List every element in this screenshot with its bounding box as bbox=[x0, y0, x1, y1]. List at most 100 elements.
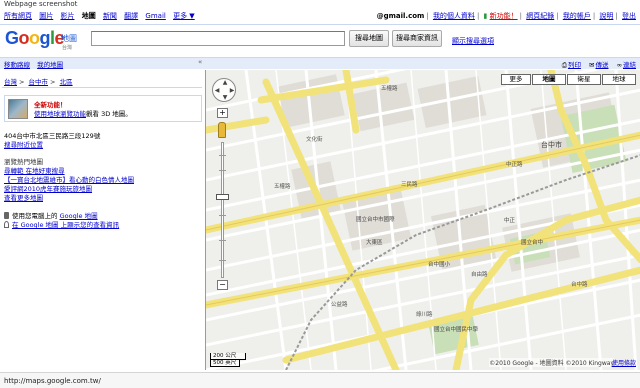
map-road-label: 綠川路 bbox=[416, 312, 433, 318]
sidebar-panel: 台灣 > 台中市 > 北區 全新功能！ 使用地球瀏覽功能觀看 3D 地圖。 404台… bbox=[0, 70, 205, 370]
map-road-label: 文化街 bbox=[306, 137, 323, 143]
more-maps-link[interactable]: 查看更多地圖 bbox=[4, 192, 43, 202]
earth-view-link[interactable]: 使用地球瀏覽功能 bbox=[34, 110, 86, 118]
map-place-label: 國立台中 bbox=[521, 240, 544, 246]
google-maps-logo[interactable]: Google 地圖 台灣 bbox=[5, 28, 85, 52]
pan-control: ▲ ◀ ▶ ▼ bbox=[212, 78, 236, 102]
sign-out-link[interactable]: 登出 bbox=[622, 12, 636, 20]
profile-link[interactable]: 我的個人資料 bbox=[433, 12, 475, 20]
terms-of-use-link[interactable]: 使用條款 bbox=[612, 358, 636, 367]
search-business-button[interactable]: 搜尋商家資訊 bbox=[392, 30, 442, 47]
send-link[interactable]: 傳送 bbox=[596, 61, 609, 69]
map-road-label: 台中路 bbox=[571, 282, 588, 288]
pin-icon bbox=[4, 221, 9, 228]
new-feature-text: 使用地球瀏覽功能觀看 3D 地圖。 bbox=[34, 108, 132, 118]
gbar-services: 所有網頁 圖片 影片 地圖 新聞 翻譯 Gmail 更多 ▼ bbox=[4, 11, 200, 22]
gbar-link-maps: 地圖 bbox=[81, 12, 96, 20]
map-place-label: 大東區 bbox=[366, 240, 383, 246]
map-roads bbox=[206, 70, 640, 370]
pan-right-icon[interactable]: ▶ bbox=[228, 87, 236, 95]
map-place-label: 台中市 bbox=[541, 141, 562, 149]
map-type-control: 更多 地圖 衛星 地球 bbox=[500, 74, 636, 85]
search-header: Google 地圖 台灣 搜尋地圖 搜尋商家資訊 顯示搜尋選項 bbox=[0, 26, 640, 56]
gbar-account: @gmail.com | 我的個人資料 | ▮ 新功能！ | 網頁紀錄 | 我的帳戶 | … bbox=[376, 12, 636, 20]
map-road-label: 三民路 bbox=[401, 182, 418, 188]
zoom-tick bbox=[219, 260, 226, 261]
gbar-link-translate[interactable]: 翻譯 bbox=[124, 12, 138, 20]
map-place-label: 國立台中市國際 bbox=[356, 217, 395, 223]
new-features-link[interactable]: 新功能！ bbox=[490, 12, 518, 20]
map-copyright: ©2010 Google - 地圖資料 ©2010 Kingway bbox=[489, 358, 614, 367]
map-toolbar: 移動路線 我的地圖 « ⎙列印 ✉傳送 ∞連結 bbox=[0, 57, 640, 69]
new-feature-box: 全新功能！ 使用地球瀏覽功能觀看 3D 地圖。 bbox=[4, 95, 202, 122]
breadcrumb-north-district[interactable]: 北區 bbox=[60, 78, 73, 86]
google-bar: 所有網頁 圖片 影片 地圖 新聞 翻譯 Gmail 更多 ▼ @gmail.co… bbox=[4, 11, 636, 22]
map-type-earth-button[interactable]: 地球 bbox=[602, 74, 636, 85]
scale-imperial: 500 英尺 bbox=[210, 360, 240, 367]
gbar-link-more[interactable]: 更多 ▼ bbox=[173, 12, 195, 20]
web-history-link[interactable]: 網頁紀錄 bbox=[526, 12, 554, 20]
pan-down-icon[interactable]: ▼ bbox=[221, 94, 229, 102]
directions-link[interactable]: 移動路線 bbox=[4, 61, 30, 69]
status-url: http://maps.google.com.tw/ bbox=[4, 377, 101, 385]
gbar-link-web[interactable]: 所有網頁 bbox=[4, 12, 32, 20]
gbar-divider bbox=[0, 24, 640, 25]
window-caption: Webpage screenshot bbox=[4, 0, 78, 8]
map-canvas[interactable]: 文化街 五權路 五權路 公益路 自由路 三民路 中正路 台中市 中正 國立台中市… bbox=[205, 70, 640, 370]
map-type-satellite-button[interactable]: 衛星 bbox=[567, 74, 601, 85]
map-road-label: 五權路 bbox=[274, 184, 291, 190]
map-scale: 200 公尺 500 英尺 bbox=[210, 353, 246, 367]
breadcrumb: 台灣 > 台中市 > 北區 bbox=[4, 78, 73, 86]
scale-metric: 200 公尺 bbox=[210, 353, 246, 360]
sidebar-divider bbox=[2, 87, 202, 88]
search-input[interactable] bbox=[91, 31, 345, 46]
print-link[interactable]: 列印 bbox=[568, 61, 581, 69]
map-road-label: 自由路 bbox=[471, 272, 488, 278]
map-road-label: 公益路 bbox=[331, 302, 348, 308]
link-icon: ∞ bbox=[616, 61, 622, 69]
pegman-icon[interactable] bbox=[218, 122, 226, 138]
gbar-link-video[interactable]: 影片 bbox=[60, 12, 74, 20]
pan-left-icon[interactable]: ◀ bbox=[213, 87, 221, 95]
show-info-link[interactable]: 在 Google 地圖 上顯示您的查看資訊 bbox=[12, 221, 119, 229]
map-type-more-button[interactable]: 更多 bbox=[501, 74, 531, 85]
zoom-in-button[interactable]: + bbox=[217, 108, 228, 118]
gbar-link-images[interactable]: 圖片 bbox=[39, 12, 53, 20]
earth-thumbnail-image[interactable] bbox=[8, 99, 28, 119]
map-place-label: 國立台中國民中學 bbox=[434, 327, 479, 333]
pan-up-icon[interactable]: ▲ bbox=[221, 79, 229, 87]
show-info-row: 在 Google 地圖 上顯示您的查看資訊 bbox=[4, 219, 119, 229]
zoom-tick bbox=[219, 240, 226, 241]
map-road-label: 五權路 bbox=[381, 86, 398, 92]
search-maps-button[interactable]: 搜尋地圖 bbox=[349, 30, 389, 47]
breadcrumb-taiwan[interactable]: 台灣 bbox=[4, 78, 17, 86]
phone-icon bbox=[4, 212, 9, 219]
my-account-link[interactable]: 我的帳戶 bbox=[563, 12, 591, 20]
zoom-tick bbox=[219, 170, 226, 171]
help-link[interactable]: 說明 bbox=[599, 12, 613, 20]
breadcrumb-taichung[interactable]: 台中市 bbox=[29, 78, 49, 86]
zoom-tick bbox=[219, 155, 226, 156]
zoom-slider-track[interactable] bbox=[221, 142, 224, 278]
account-email: @gmail.com bbox=[376, 12, 425, 20]
map-place-label: 中正 bbox=[504, 218, 516, 224]
logo-maps-text: 地圖 bbox=[61, 34, 77, 43]
send-icon: ✉ bbox=[589, 61, 595, 69]
zoom-out-button[interactable]: − bbox=[217, 280, 228, 290]
print-icon: ⎙ bbox=[561, 61, 567, 69]
logo-region-text: 台灣 bbox=[62, 45, 73, 51]
new-feature-desc: 觀看 3D 地圖。 bbox=[86, 110, 132, 118]
collapse-sidebar-icon[interactable]: « bbox=[198, 58, 202, 66]
browser-status-bar: http://maps.google.com.tw/ bbox=[0, 372, 640, 388]
zoom-slider-handle[interactable] bbox=[216, 194, 229, 200]
gbar-link-gmail[interactable]: Gmail bbox=[145, 12, 165, 20]
map-type-map-button[interactable]: 地圖 bbox=[532, 74, 566, 85]
search-options-link[interactable]: 顯示搜尋選項 bbox=[452, 36, 494, 46]
gbar-link-news[interactable]: 新聞 bbox=[103, 12, 117, 20]
new-feature-icon: ▮ bbox=[483, 12, 488, 20]
my-maps-link[interactable]: 我的地圖 bbox=[37, 61, 63, 69]
map-road-label: 中正路 bbox=[506, 162, 523, 168]
zoom-tick bbox=[219, 215, 226, 216]
link-link[interactable]: 連結 bbox=[623, 61, 636, 69]
search-nearby-link[interactable]: 搜尋附近位置 bbox=[4, 139, 43, 149]
